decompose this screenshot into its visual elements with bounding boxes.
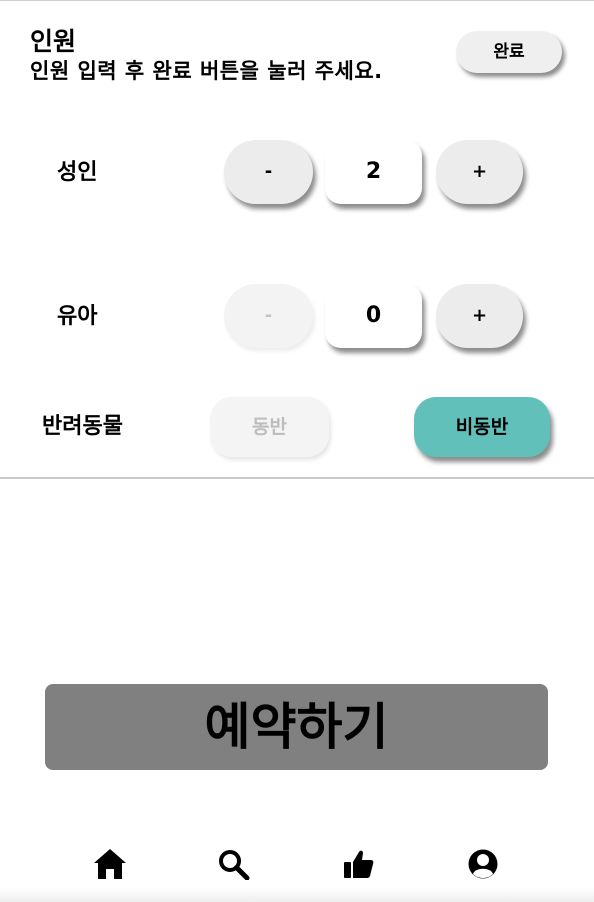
bottom-edge [0,888,594,902]
adult-count-value: 2 [325,140,422,204]
adult-label: 성인 [57,160,98,185]
infant-label: 유아 [57,304,98,329]
thumbs-up-icon [344,850,374,878]
nav-likes[interactable] [339,846,379,882]
profile-icon [468,849,498,879]
infant-increment-button[interactable]: + [436,284,523,348]
guest-count-panel: 인원 인원 입력 후 완료 버튼을 눌러 주세요. 완료 성인 - 2 + 유아… [0,1,594,479]
home-icon [94,849,126,879]
done-button[interactable]: 완료 [456,31,562,73]
pet-without-button[interactable]: 비동반 [414,397,550,457]
nav-profile[interactable] [463,846,503,882]
search-icon [219,850,250,880]
adult-increment-button[interactable]: + [436,140,523,204]
panel-subtitle: 인원 입력 후 완료 버튼을 눌러 주세요. [30,59,383,83]
pet-with-button[interactable]: 동반 [210,397,329,457]
infant-count-value: 0 [325,284,422,348]
reserve-button[interactable]: 예약하기 [45,684,548,770]
pet-label: 반려동물 [42,414,123,439]
infant-decrement-button[interactable]: - [224,284,313,348]
nav-search[interactable] [214,846,254,882]
adult-decrement-button[interactable]: - [224,140,313,204]
panel-title: 인원 [30,27,77,56]
nav-home[interactable] [90,846,130,882]
